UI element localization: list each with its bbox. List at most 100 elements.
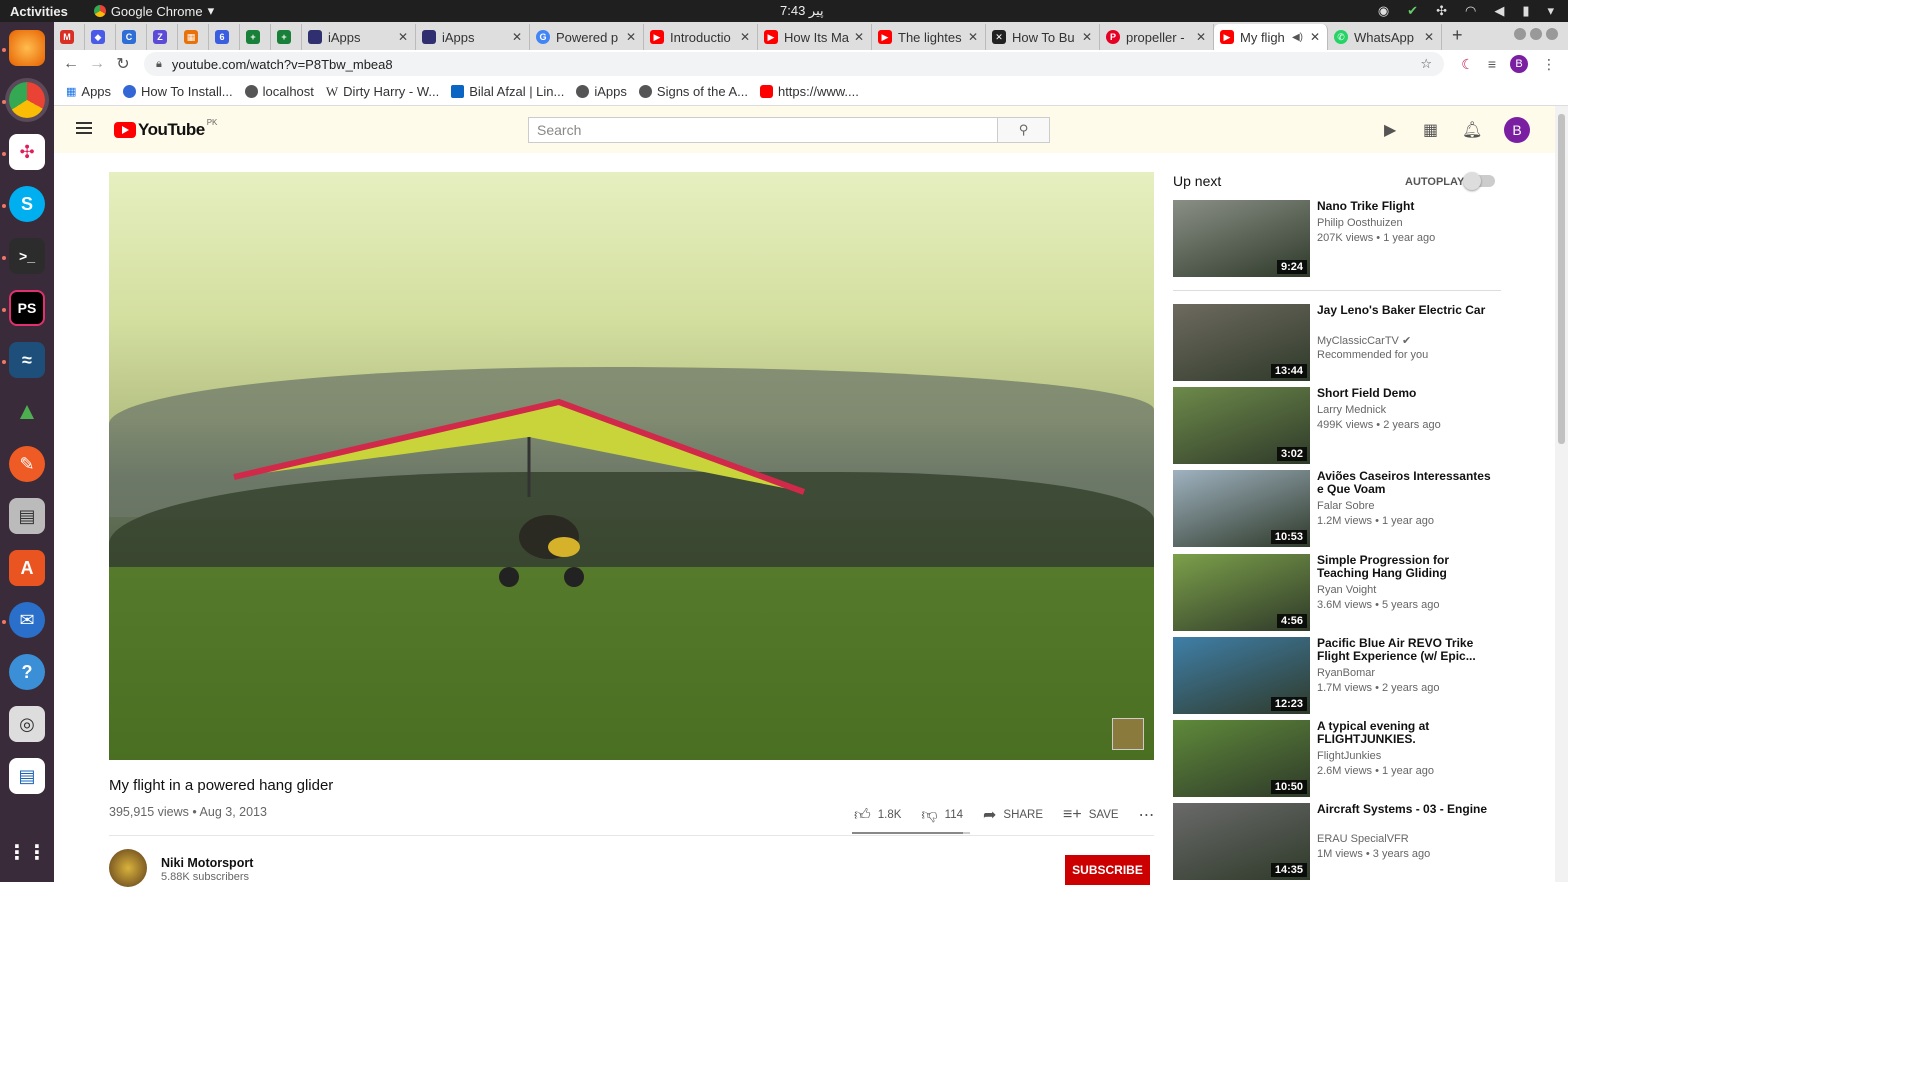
create-video-icon[interactable]: ▶ xyxy=(1384,120,1396,140)
video-card-channel[interactable]: Falar Sobre xyxy=(1317,500,1374,512)
tab-gmail[interactable]: M xyxy=(54,24,85,50)
system-clock[interactable]: 7:43 پیر xyxy=(780,3,824,19)
tab-pinned-7[interactable]: + xyxy=(240,24,271,50)
close-window-button[interactable] xyxy=(1546,28,1558,40)
tab-pinned-6[interactable]: 6 xyxy=(209,24,240,50)
up-next-video[interactable]: 3:02 Short Field Demo Larry Mednick 499K vi… xyxy=(1173,387,1503,465)
record-icon[interactable]: ◉ xyxy=(1378,3,1389,19)
bookmark-item[interactable]: https://www.... xyxy=(759,84,859,99)
video-card-channel[interactable]: RyanBomar xyxy=(1317,667,1375,679)
speaker-icon[interactable]: ◎ xyxy=(9,706,45,742)
wifi-icon[interactable]: ◠ xyxy=(1465,3,1476,19)
volume-icon[interactable]: ◀ xyxy=(1494,3,1504,19)
video-card-title[interactable]: Aircraft Systems - 03 - Engine xyxy=(1317,803,1497,816)
channel-name[interactable]: Niki Motorsport xyxy=(161,856,253,870)
video-card-channel[interactable]: MyClassicCarTV ✔ xyxy=(1317,334,1411,347)
apps-grid-icon[interactable]: ▦ xyxy=(1423,120,1438,140)
close-icon[interactable]: ✕ xyxy=(509,30,525,44)
tab-pinned-3[interactable]: C xyxy=(116,24,147,50)
tab-pinned-5[interactable]: ▦ xyxy=(178,24,209,50)
tab-propeller[interactable]: Ppropeller - ✕ xyxy=(1100,24,1214,50)
firefox-icon[interactable] xyxy=(9,30,45,66)
terminal-icon[interactable]: >_ xyxy=(9,238,45,274)
bookmark-item[interactable]: Bilal Afzal | Lin... xyxy=(451,84,564,99)
activities-button[interactable]: Activities xyxy=(10,4,68,19)
app-menu[interactable]: Google Chrome ▾ xyxy=(93,3,214,19)
close-icon[interactable]: ✕ xyxy=(965,30,981,44)
tab-pinned-8[interactable]: + xyxy=(271,24,302,50)
show-apps-icon[interactable]: ⋮⋮ xyxy=(7,834,47,870)
account-avatar[interactable]: B xyxy=(1504,117,1530,143)
like-button[interactable]: 👍︎ 1.8K xyxy=(854,806,901,825)
tab-how-its-made[interactable]: ▶ How Its Ma ✕ xyxy=(758,24,872,50)
software-center-icon[interactable]: A xyxy=(9,550,45,586)
tab-introduction[interactable]: ▶ Introductio ✕ xyxy=(644,24,758,50)
share-button[interactable]: ➦ SHARE xyxy=(983,805,1043,825)
postman-icon[interactable]: ✎ xyxy=(9,446,45,482)
tab-pinned-2[interactable]: ◆ xyxy=(85,24,116,50)
video-card-channel[interactable]: ERAU SpecialVFR xyxy=(1317,833,1409,845)
video-card-channel[interactable]: FlightJunkies xyxy=(1317,750,1381,762)
profile-avatar[interactable]: B xyxy=(1510,55,1528,73)
autoplay-toggle[interactable] xyxy=(1463,172,1495,190)
maximize-button[interactable] xyxy=(1530,28,1542,40)
tab-pinned-4[interactable]: Z xyxy=(147,24,178,50)
video-player[interactable] xyxy=(109,172,1154,760)
video-card-title[interactable]: Aviões Caseiros Interessantes e Que Voam xyxy=(1317,470,1497,496)
close-icon[interactable]: ✕ xyxy=(851,30,867,44)
lock-icon[interactable]: 🔒︎ xyxy=(156,58,162,71)
save-button[interactable]: ≡+ SAVE xyxy=(1063,806,1119,824)
close-icon[interactable]: ✕ xyxy=(1307,30,1323,44)
bookmark-item[interactable]: iApps xyxy=(576,84,627,99)
hamburger-menu-icon[interactable] xyxy=(76,122,92,134)
channel-watermark[interactable] xyxy=(1112,718,1144,750)
battery-icon[interactable]: ▮ xyxy=(1522,3,1529,19)
slack-tray-icon[interactable]: ✣ xyxy=(1436,3,1447,19)
video-thumbnail[interactable]: 13:44 xyxy=(1173,304,1310,381)
url-text[interactable]: youtube.com/watch?v=P8Tbw_mbea8 xyxy=(172,57,393,72)
video-card-channel[interactable]: Larry Mednick xyxy=(1317,404,1386,416)
bookmark-star-icon[interactable]: ☆ xyxy=(1420,56,1432,72)
writer-icon[interactable]: ▤ xyxy=(9,758,45,794)
back-icon[interactable]: ← xyxy=(58,55,84,73)
video-thumbnail[interactable]: 10:53 xyxy=(1173,470,1310,547)
menu-icon[interactable]: ⋮ xyxy=(1542,56,1556,73)
tab-whatsapp[interactable]: ✆ WhatsApp ✕ xyxy=(1328,24,1442,50)
bookmark-item[interactable]: How To Install... xyxy=(123,84,233,99)
thunderbird-icon[interactable]: ✉ xyxy=(9,602,45,638)
up-next-video[interactable]: 4:56 Simple Progression for Teaching Hang… xyxy=(1173,554,1503,632)
rocket-icon[interactable]: ▲ xyxy=(9,394,45,430)
close-icon[interactable]: ✕ xyxy=(1421,30,1437,44)
video-card-title[interactable]: Short Field Demo xyxy=(1317,387,1497,400)
channel-avatar[interactable] xyxy=(109,849,147,887)
close-icon[interactable]: ✕ xyxy=(623,30,639,44)
slack-icon[interactable]: ✣ xyxy=(9,134,45,170)
more-actions-button[interactable]: ⋯ xyxy=(1139,805,1155,825)
phpstorm-icon[interactable]: PS xyxy=(9,290,45,326)
minimize-button[interactable] xyxy=(1514,28,1526,40)
video-card-channel[interactable]: Philip Oosthuizen xyxy=(1317,217,1403,229)
reload-icon[interactable]: ↻ xyxy=(110,54,136,74)
video-thumbnail[interactable]: 3:02 xyxy=(1173,387,1310,464)
tab-lightest[interactable]: ▶ The lightes ✕ xyxy=(872,24,986,50)
chrome-dock-icon[interactable] xyxy=(9,82,45,118)
bookmark-apps[interactable]: ▦ Apps xyxy=(66,84,111,99)
help-icon[interactable]: ? xyxy=(9,654,45,690)
tab-iapps-1[interactable]: iApps ✕ xyxy=(302,24,416,50)
power-icon[interactable]: ▾ xyxy=(1547,3,1554,19)
tab-iapps-2[interactable]: iApps ✕ xyxy=(416,24,530,50)
bookmark-item[interactable]: W Dirty Harry - W... xyxy=(326,84,439,100)
up-next-video[interactable]: 10:50 A typical evening at FLIGHTJUNKIES.… xyxy=(1173,720,1503,798)
video-card-title[interactable]: Pacific Blue Air REVO Trike Flight Exper… xyxy=(1317,637,1497,663)
search-input[interactable]: Search xyxy=(528,117,998,143)
media-control-icon[interactable]: ≡ xyxy=(1488,56,1496,72)
new-tab-button[interactable]: + xyxy=(1452,25,1463,46)
page-scrollbar[interactable] xyxy=(1555,106,1568,882)
video-thumbnail[interactable]: 10:50 xyxy=(1173,720,1310,797)
forward-icon[interactable]: → xyxy=(84,55,110,73)
close-icon[interactable]: ✕ xyxy=(737,30,753,44)
close-icon[interactable]: ✕ xyxy=(395,30,411,44)
system-tray[interactable]: ◉ ✔ ✣ ◠ ◀ ▮ ▾ xyxy=(1378,3,1554,19)
video-thumbnail[interactable]: 9:24 xyxy=(1173,200,1310,277)
up-next-video[interactable]: 14:35 Aircraft Systems - 03 - Engine ERAU … xyxy=(1173,803,1503,881)
